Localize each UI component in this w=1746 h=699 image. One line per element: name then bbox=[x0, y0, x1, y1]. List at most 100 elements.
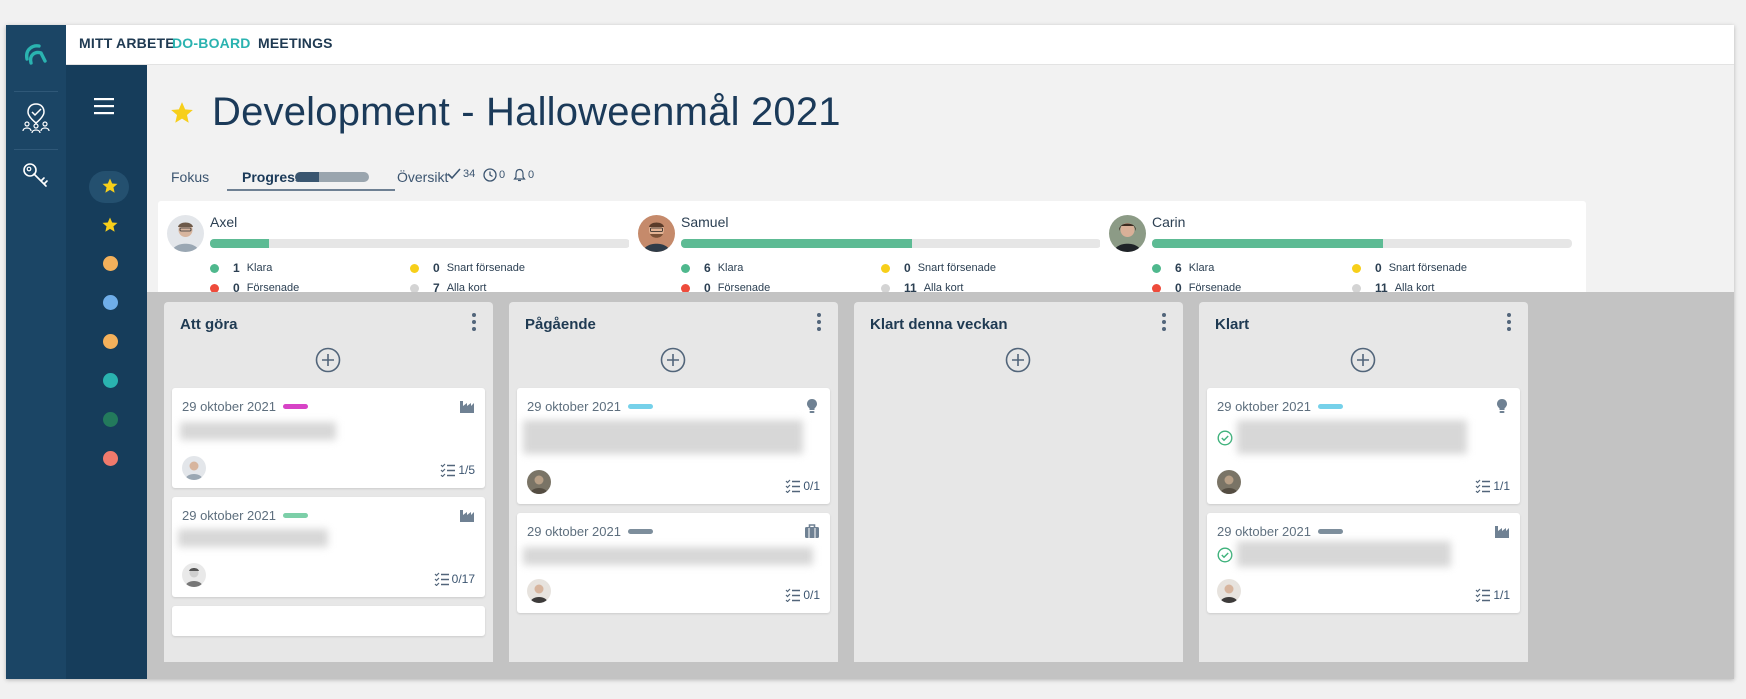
nav-do-board[interactable]: DO-BOARD bbox=[172, 35, 251, 51]
card-checklist: 1/5 bbox=[440, 463, 475, 477]
snart-label: Snart försenade bbox=[917, 262, 996, 274]
checklist-icon bbox=[1475, 588, 1491, 602]
add-card-icon[interactable] bbox=[660, 347, 686, 373]
app-logo-icon[interactable] bbox=[19, 39, 53, 73]
hamburger-menu-icon[interactable] bbox=[92, 95, 116, 117]
completed-check-icon bbox=[1217, 547, 1233, 563]
key-icon[interactable] bbox=[20, 159, 52, 191]
column-menu-icon[interactable] bbox=[1161, 312, 1167, 332]
avatar bbox=[167, 215, 204, 252]
person-name: Carin bbox=[1152, 214, 1186, 230]
card-title-redacted bbox=[180, 422, 336, 440]
favorites-star-icon[interactable] bbox=[101, 177, 119, 195]
board-dot-blue[interactable] bbox=[103, 295, 118, 310]
task-card[interactable]: 29 oktober 2021 0/17 bbox=[172, 497, 485, 597]
snart-count: 0 bbox=[904, 261, 911, 275]
task-card[interactable]: 29 oktober 2021 1/5 bbox=[172, 388, 485, 488]
column-title: Klart bbox=[1215, 316, 1250, 333]
card-checklist: 1/1 bbox=[1475, 588, 1510, 602]
task-card[interactable]: 29 oktober 2021 0/1 bbox=[517, 513, 830, 613]
checklist-count: 1/5 bbox=[458, 463, 475, 477]
board-dot-orange[interactable] bbox=[103, 256, 118, 271]
task-card[interactable]: 29 oktober 2021 0/1 bbox=[517, 388, 830, 504]
board-dot-orange[interactable] bbox=[103, 334, 118, 349]
overall-progress-bar bbox=[295, 172, 369, 182]
add-card-icon[interactable] bbox=[1350, 347, 1376, 373]
avatar bbox=[638, 215, 675, 252]
app-window: MITT ARBETE DO-BOARD MEETINGS Developmen… bbox=[6, 25, 1734, 679]
rail-divider bbox=[14, 149, 58, 150]
kanban-board: Att göra 29 oktober 2021 1/5 29 oktober … bbox=[147, 292, 1734, 679]
person-progress-fill bbox=[210, 239, 269, 248]
person-name: Samuel bbox=[681, 214, 729, 230]
stat-time-count: 0 bbox=[499, 169, 506, 181]
assignee-avatar bbox=[527, 579, 551, 603]
green-dot bbox=[210, 263, 219, 273]
board-dot-green[interactable] bbox=[103, 412, 118, 427]
factory-icon bbox=[460, 401, 474, 413]
card-tag bbox=[1318, 404, 1343, 409]
nav-mitt-arbete[interactable]: MITT ARBETE bbox=[79, 35, 175, 51]
favorite-star-icon[interactable] bbox=[169, 100, 195, 126]
tab-progress[interactable]: Progress bbox=[242, 169, 303, 185]
column-att-gora: Att göra 29 oktober 2021 1/5 29 oktober … bbox=[164, 302, 493, 662]
add-card-icon[interactable] bbox=[1005, 347, 1031, 373]
column-klart-denna-veckan: Klart denna veckan bbox=[854, 302, 1183, 662]
assignee-avatar bbox=[1217, 470, 1241, 494]
column-title: Pågående bbox=[525, 316, 596, 333]
task-card[interactable]: 29 oktober 2021 1/1 bbox=[1207, 388, 1520, 504]
card-date: 29 oktober 2021 bbox=[182, 399, 276, 414]
board-sidebar bbox=[66, 65, 147, 679]
completed-check-icon bbox=[1217, 430, 1233, 446]
task-card[interactable] bbox=[172, 606, 485, 636]
person-progress-bar bbox=[210, 239, 630, 248]
assignee-avatar bbox=[182, 456, 206, 480]
nav-meetings[interactable]: MEETINGS bbox=[258, 35, 333, 51]
column-klart: Klart 29 oktober 2021 1/1 29 oktober 202… bbox=[1199, 302, 1528, 662]
top-nav: MITT ARBETE DO-BOARD MEETINGS bbox=[66, 25, 1734, 65]
card-checklist: 0/17 bbox=[434, 572, 475, 586]
stat-alerts-count: 0 bbox=[528, 169, 535, 181]
card-title-redacted bbox=[1237, 420, 1467, 454]
checklist-count: 0/17 bbox=[451, 572, 475, 586]
stat-alerts: 0 bbox=[513, 168, 534, 182]
stat-snart: 0 Snart försenade bbox=[881, 261, 996, 275]
column-menu-icon[interactable] bbox=[471, 312, 477, 332]
yellow-dot bbox=[1352, 263, 1361, 273]
card-tag bbox=[283, 404, 308, 409]
klara-count: 6 bbox=[704, 261, 711, 275]
checklist-count: 1/1 bbox=[1493, 479, 1510, 493]
column-menu-icon[interactable] bbox=[1506, 312, 1512, 332]
assignee-avatar bbox=[527, 470, 551, 494]
person-name: Axel bbox=[210, 214, 238, 230]
checkmark-icon bbox=[447, 168, 461, 180]
star-icon[interactable] bbox=[101, 216, 119, 234]
page-title: Development - Halloweenmål 2021 bbox=[212, 90, 841, 134]
column-title: Klart denna veckan bbox=[870, 316, 1008, 333]
checklist-icon bbox=[440, 463, 456, 477]
clock-icon bbox=[483, 168, 497, 182]
assignee-avatar bbox=[182, 563, 206, 587]
card-checklist: 1/1 bbox=[1475, 479, 1510, 493]
card-date: 29 oktober 2021 bbox=[182, 508, 276, 523]
snart-label: Snart försenade bbox=[446, 262, 525, 274]
task-card[interactable]: 29 oktober 2021 1/1 bbox=[1207, 513, 1520, 613]
card-title-redacted bbox=[523, 420, 803, 454]
person-progress-bar bbox=[681, 239, 1101, 248]
card-title-redacted bbox=[1237, 541, 1451, 567]
tab-fokus[interactable]: Fokus bbox=[171, 169, 209, 185]
avatar bbox=[1109, 215, 1146, 252]
yellow-dot bbox=[881, 263, 890, 273]
card-tag bbox=[628, 529, 653, 534]
board-dot-teal[interactable] bbox=[103, 373, 118, 388]
factory-icon bbox=[1495, 526, 1509, 538]
tab-oversikt[interactable]: Översikt bbox=[397, 169, 448, 185]
column-menu-icon[interactable] bbox=[816, 312, 822, 332]
add-card-icon[interactable] bbox=[315, 347, 341, 373]
checklist-count: 0/1 bbox=[803, 588, 820, 602]
board-dot-red[interactable] bbox=[103, 451, 118, 466]
klara-count: 1 bbox=[233, 261, 240, 275]
checklist-icon bbox=[434, 572, 449, 586]
team-goals-icon[interactable] bbox=[20, 101, 52, 133]
card-tag bbox=[628, 404, 653, 409]
